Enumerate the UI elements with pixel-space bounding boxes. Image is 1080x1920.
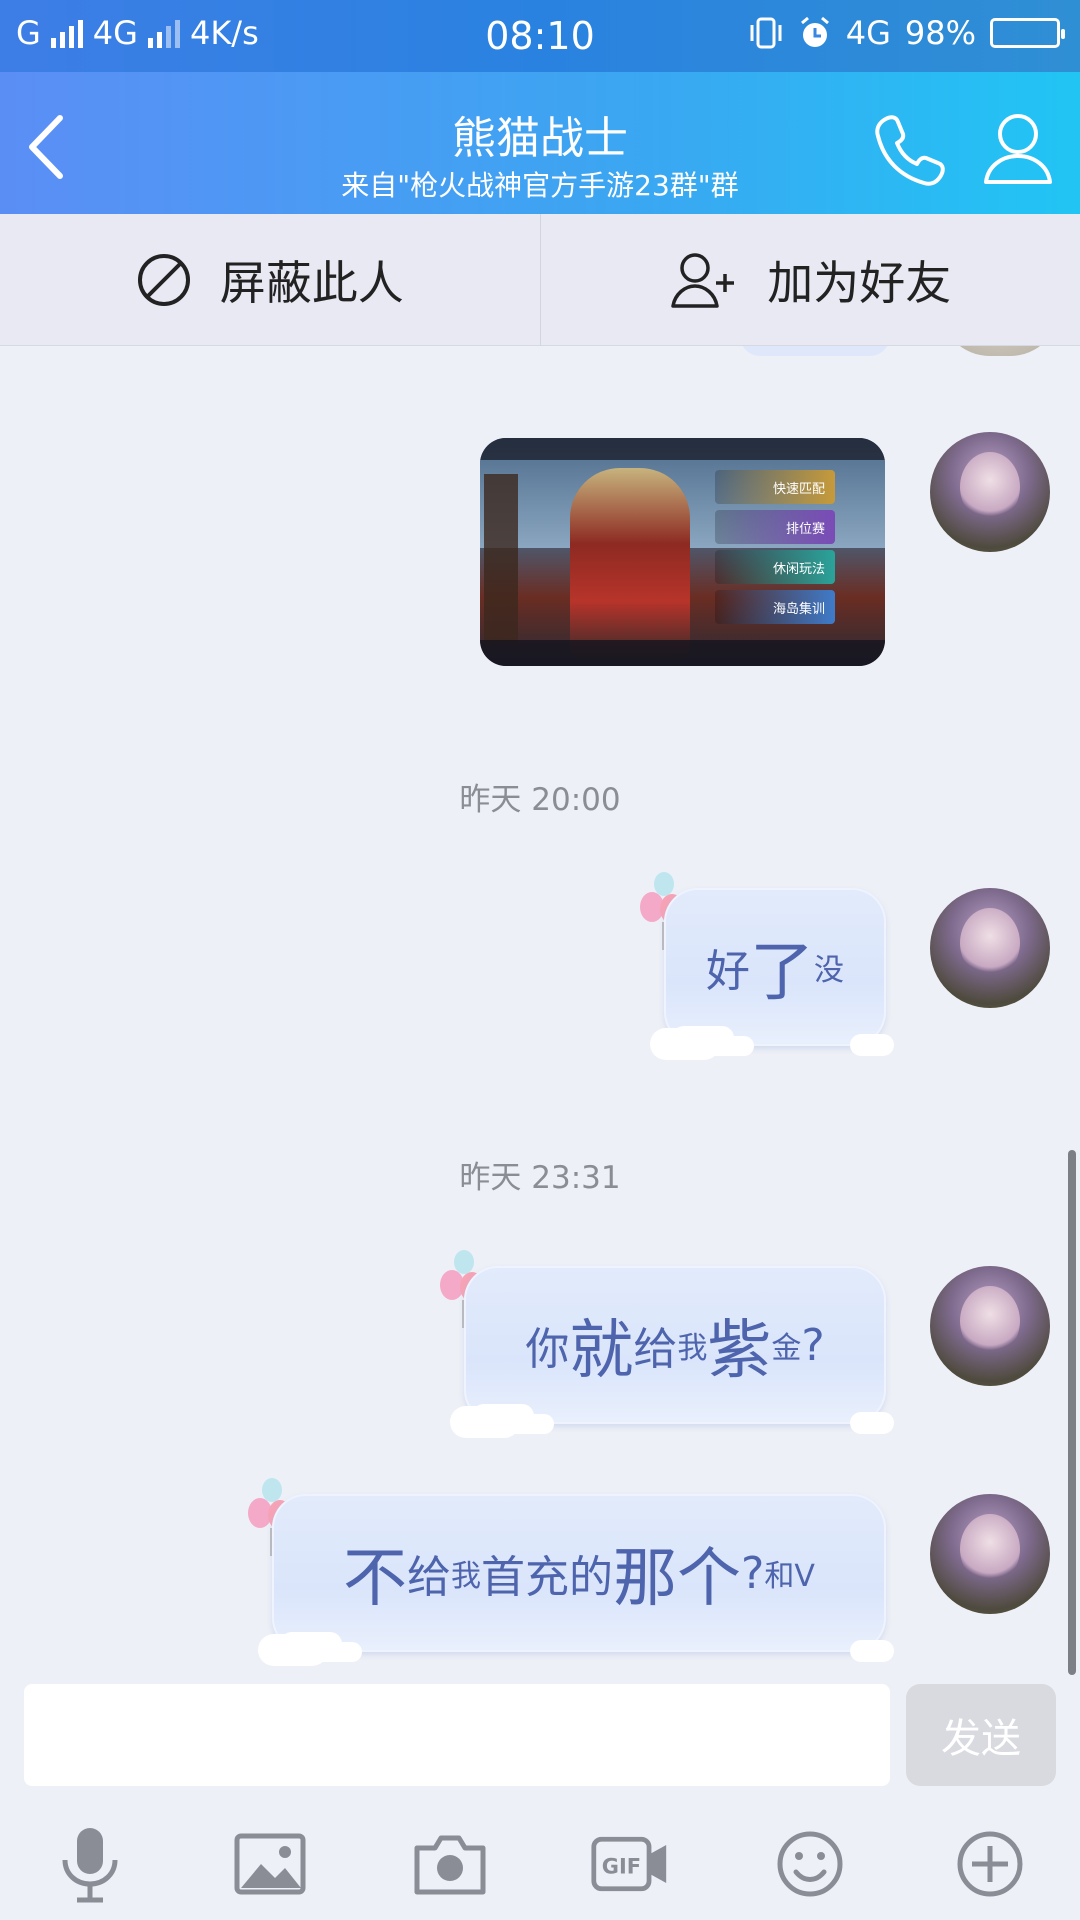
network-label-2: 4G [845,14,891,52]
add-friend-button[interactable]: 加为好友 [541,214,1080,345]
svg-text:GIF: GIF [602,1855,641,1879]
block-user-button[interactable]: 屏蔽此人 [0,214,540,345]
add-friend-icon [671,252,735,308]
emoji-icon[interactable] [770,1824,850,1904]
chat-header: 熊猫战士 来自"枪火战神官方手游23群"群 [0,72,1080,214]
message-timestamp: 昨天 23:31 [459,1160,621,1196]
game-character [570,468,690,658]
block-user-label: 屏蔽此人 [219,255,404,310]
message-bubble[interactable]: 好了没 [650,888,894,1060]
image-icon[interactable] [230,1824,310,1904]
battery-icon [990,18,1065,48]
send-button[interactable]: 发送 [906,1684,1056,1786]
avatar[interactable] [930,1266,1050,1386]
vibrate-icon [750,17,782,49]
avatar[interactable] [930,432,1050,552]
microphone-icon[interactable] [50,1824,130,1904]
chat-toolbar: GIF [0,1800,1080,1920]
status-bar: G 4G 4K/s 08:10 4G 98% [0,0,1080,72]
alarm-icon [800,16,829,47]
chat-scrollbar[interactable] [1068,1150,1076,1675]
avatar[interactable] [930,888,1050,1008]
chat-message-list[interactable]: 快速匹配 排位赛 休闲玩法 海岛集训 昨天 20:00 好了没 昨天 23:31… [0,346,1080,1666]
previous-avatar [940,346,1060,356]
avatar[interactable] [930,1494,1050,1614]
game-menu-item: 海岛集训 [715,590,835,624]
previous-message-bubble [740,346,890,356]
game-menu-item: 排位赛 [715,510,835,544]
block-icon [137,253,190,306]
status-right: 4G 98% [748,14,1065,52]
image-message[interactable]: 快速匹配 排位赛 休闲玩法 海岛集训 [480,438,885,666]
message-bubble[interactable]: 不给我首充的 那个? 和V [258,1494,894,1666]
game-menu-item: 休闲玩法 [715,550,835,584]
message-bubble[interactable]: 你就给我紫金? [450,1266,894,1438]
message-timestamp: 昨天 20:00 [459,782,621,818]
add-friend-label: 加为好友 [767,255,952,310]
profile-icon[interactable] [978,108,1058,188]
gif-icon[interactable]: GIF [590,1824,670,1904]
battery-percent: 98% [904,14,976,52]
message-input[interactable] [24,1684,890,1786]
stranger-action-bar: 屏蔽此人 加为好友 [0,214,1080,346]
plus-icon[interactable] [950,1824,1030,1904]
phone-icon[interactable] [870,110,950,190]
game-menu-item: 快速匹配 [715,470,835,504]
camera-icon[interactable] [410,1824,490,1904]
message-input-bar: 发送 [0,1666,1080,1790]
